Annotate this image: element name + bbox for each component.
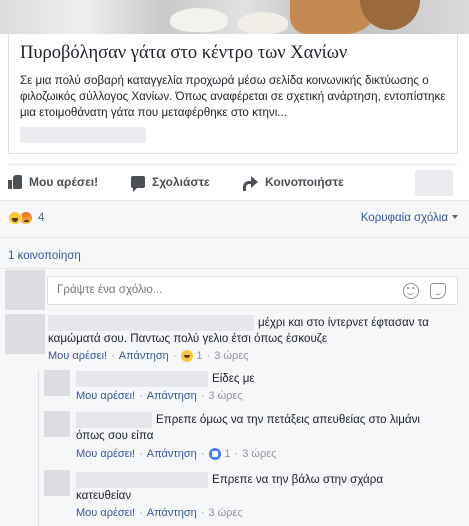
- comment-reaction-count[interactable]: 1: [196, 350, 202, 362]
- article-title[interactable]: Πυροβόλησαν γάτα στο κέντρο των Χανίων: [20, 43, 347, 64]
- reply-reaction-count[interactable]: 1: [224, 448, 230, 460]
- caret-down-icon: [452, 215, 458, 219]
- reply-text: Είδες με: [212, 372, 255, 385]
- reply-like-link[interactable]: Μου αρέσει!: [76, 507, 135, 519]
- reply-text: όπως σου είπα: [76, 429, 154, 442]
- link-preview-card[interactable]: Πυροβόλησαν γάτα στο κέντρο των Χανίων Σ…: [8, 34, 458, 154]
- separator-dot: ·: [111, 350, 115, 362]
- reply-like-link[interactable]: Μου αρέσει!: [76, 390, 135, 402]
- haha-icon: [181, 350, 194, 362]
- reply-reply-link[interactable]: Απάντηση: [147, 507, 197, 519]
- redacted-domain: [20, 127, 146, 143]
- share-button[interactable]: Κοινοποιήστε: [243, 173, 344, 191]
- divider: [0, 237, 469, 238]
- comment-sort-dropdown[interactable]: Κορυφαία σχόλια: [361, 212, 458, 224]
- thumbs-up-icon: [8, 175, 22, 189]
- comment-text: καμώματά σου. Παντως πολύ γελιο έτσι όπω…: [48, 332, 328, 345]
- comment-reply-link[interactable]: Απάντηση: [119, 350, 169, 362]
- like-button[interactable]: Μου αρέσει!: [8, 173, 98, 191]
- separator-dot: ·: [139, 507, 143, 519]
- cat-paw-shape: [238, 12, 288, 34]
- redacted-author-name[interactable]: [48, 315, 254, 331]
- reply-reply-link[interactable]: Απάντηση: [147, 390, 197, 402]
- separator-dot: ·: [200, 507, 205, 519]
- shares-link[interactable]: 1 κοινοποίηση: [8, 250, 81, 262]
- post-as-avatar-selector[interactable]: [415, 170, 453, 196]
- avatar[interactable]: [5, 270, 45, 310]
- haha-icon: [8, 211, 22, 225]
- comment-button[interactable]: Σχολιάστε: [131, 173, 210, 192]
- redacted-author-name[interactable]: [76, 371, 208, 387]
- avatar[interactable]: [44, 411, 70, 437]
- emoji-icon[interactable]: [403, 283, 419, 299]
- avatar[interactable]: [5, 314, 45, 354]
- reply-text: Επρεπε όμως να την πετάξεις απευθείας στ…: [156, 413, 420, 426]
- article-image[interactable]: [0, 0, 469, 34]
- reply-timestamp[interactable]: 3 ώρες: [208, 507, 242, 519]
- reply-text: κατευθείαν: [76, 489, 132, 502]
- separator-dot: ·: [200, 390, 205, 402]
- separator-dot: ·: [234, 448, 239, 460]
- separator-dot: ·: [139, 448, 143, 460]
- cat-fur-shape: [360, 0, 420, 30]
- sticker-icon[interactable]: [430, 283, 446, 299]
- comment-meta: Μου αρέσει! · Απάντηση · 1 · 3 ώρες: [48, 350, 248, 362]
- reply-meta: Μου αρέσει! · Απάντηση · 1 · 3 ώρες: [76, 448, 276, 460]
- avatar[interactable]: [44, 370, 70, 396]
- comment-timestamp[interactable]: 3 ώρες: [214, 350, 248, 362]
- reply-timestamp[interactable]: 3 ώρες: [208, 390, 242, 402]
- reply-reply-link[interactable]: Απάντηση: [147, 448, 197, 460]
- redacted-author-name[interactable]: [76, 412, 152, 428]
- divider: [8, 164, 458, 165]
- reply-thread-line: [38, 370, 39, 526]
- separator-dot: ·: [172, 350, 177, 362]
- redacted-author-name[interactable]: [76, 472, 208, 488]
- like-icon: [209, 448, 222, 460]
- like-button-label: Μου αρέσει!: [29, 175, 99, 189]
- separator-dot: ·: [206, 350, 211, 362]
- reply-meta: Μου αρέσει! · Απάντηση · 3 ώρες: [76, 390, 243, 402]
- comment-input[interactable]: [57, 283, 387, 296]
- reactions-summary[interactable]: 4: [8, 211, 44, 225]
- comment-text: μέχρι και στο ίντερνετ έφτασαν τα: [258, 316, 429, 329]
- divider: [0, 268, 469, 269]
- reply-like-link[interactable]: Μου αρέσει!: [76, 448, 135, 460]
- reply-text: Επρεπε να την βάλω στην σχάρα: [212, 473, 384, 486]
- reply-timestamp[interactable]: 3 ώρες: [242, 448, 276, 460]
- speech-bubble-icon: [131, 176, 145, 192]
- avatar[interactable]: [44, 470, 70, 496]
- separator-dot: ·: [139, 390, 143, 402]
- cat-paw-shape: [170, 8, 228, 32]
- comment-sort-label: Κορυφαία σχόλια: [360, 212, 448, 224]
- comment-button-label: Σχολιάστε: [152, 175, 210, 189]
- article-description: Σε μια πολύ σοβαρή καταγγελία προχωρά μέ…: [20, 74, 446, 119]
- reaction-count: 4: [38, 212, 45, 224]
- separator-dot: ·: [200, 448, 205, 460]
- reply-meta: Μου αρέσει! · Απάντηση · 3 ώρες: [76, 507, 243, 519]
- comment-like-link[interactable]: Μου αρέσει!: [48, 350, 107, 362]
- share-button-label: Κοινοποιήστε: [265, 175, 344, 189]
- comment-composer[interactable]: [47, 276, 458, 305]
- share-arrow-icon: [243, 175, 258, 191]
